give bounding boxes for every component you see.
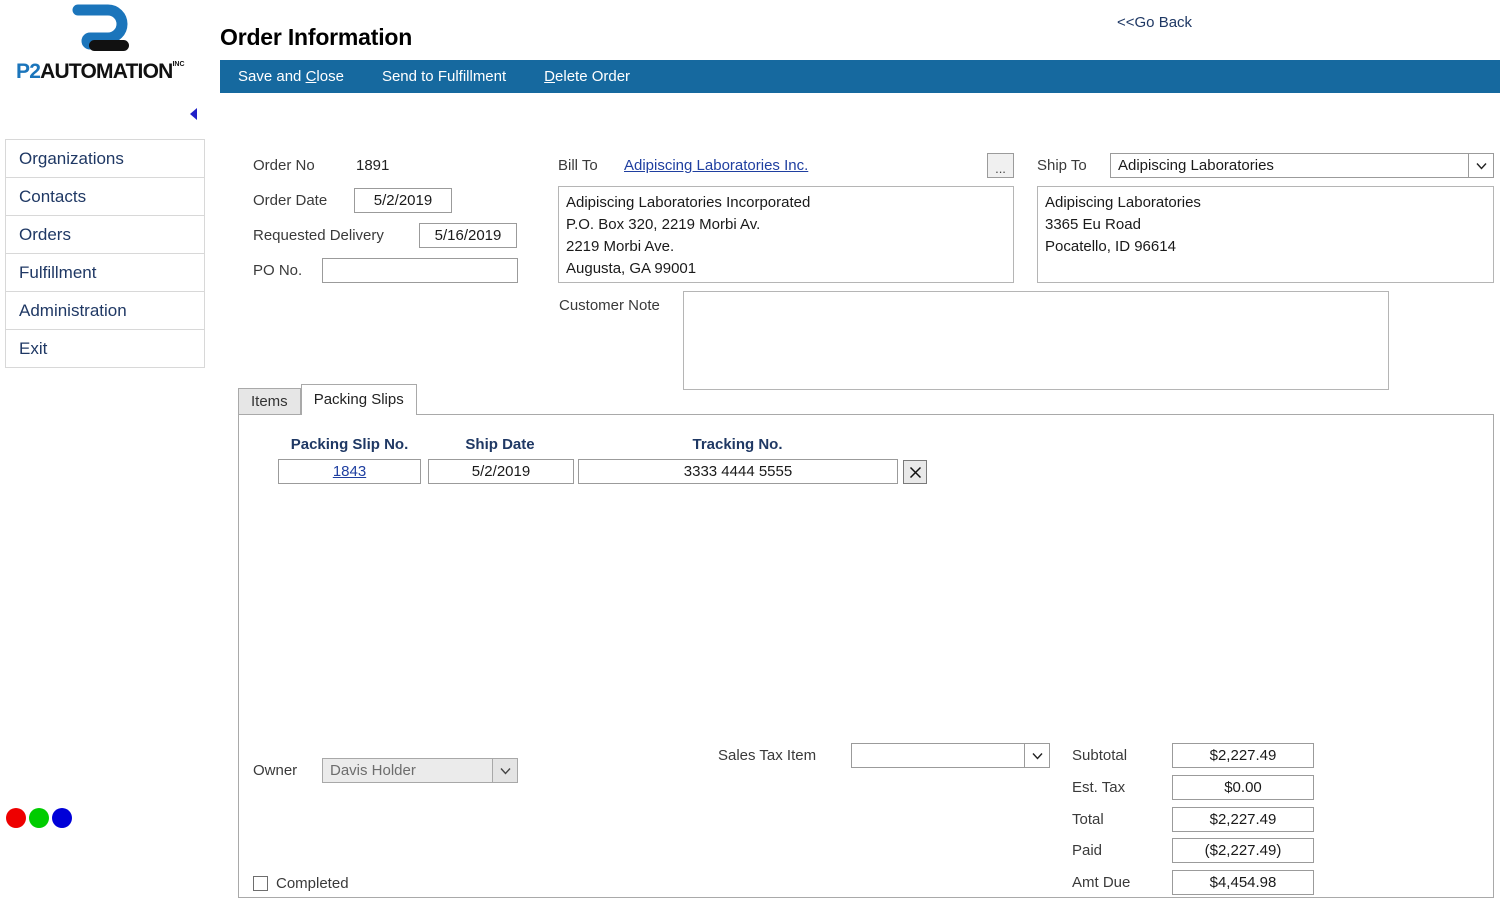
column-header-tracking-no: Tracking No. (692, 436, 783, 453)
ship-to-label: Ship To (1037, 157, 1087, 174)
chevron-down-icon[interactable] (1468, 154, 1493, 177)
sidebar-item-label: Exit (19, 338, 48, 358)
order-no-value: 1891 (356, 157, 390, 174)
logo-wordmark-inc: INC (172, 61, 185, 68)
sidebar-item-administration[interactable]: Administration (5, 291, 205, 330)
status-dot-green-icon (29, 808, 49, 828)
sidebar-item-exit[interactable]: Exit (5, 329, 205, 368)
customer-note-label: Customer Note (559, 297, 660, 314)
delete-order-post: elete Order (555, 68, 631, 85)
amt-due-value: $4,454.98 (1172, 870, 1314, 895)
send-to-fulfillment-label: Send to Fulfillment (381, 68, 507, 85)
close-x-icon (909, 466, 921, 478)
est-tax-label: Est. Tax (1072, 779, 1126, 796)
owner-selected-value: Davis Holder (330, 762, 416, 779)
sidebar-item-organizations[interactable]: Organizations (5, 139, 205, 178)
po-no-label: PO No. (253, 262, 303, 279)
chevron-down-icon[interactable] (1024, 744, 1049, 767)
tab-items-label: Items (251, 393, 288, 410)
sidebar-item-orders[interactable]: Orders (5, 215, 205, 254)
logo-wordmark-automation: AUTOMATION (40, 60, 173, 83)
requested-delivery-label: Requested Delivery (253, 227, 384, 244)
packing-slip-no-link[interactable]: 1843 (333, 463, 366, 480)
paid-value: ($2,227.49) (1172, 838, 1314, 863)
completed-checkbox-row[interactable]: Completed (253, 875, 349, 892)
delete-order-accel: D (544, 68, 556, 85)
order-date-label: Order Date (253, 192, 328, 209)
tab-packing-slips-label: Packing Slips (313, 391, 404, 408)
table-row-packing-slip-no-cell[interactable]: 1843 (278, 459, 421, 484)
delete-order-button[interactable]: Delete Order (544, 68, 630, 85)
caret-left-icon[interactable] (190, 108, 197, 120)
column-header-packing-slip-no: Packing Slip No. (290, 436, 409, 453)
go-back-link[interactable]: <<Go Back (1117, 14, 1192, 31)
app-logo: P2AUTOMATIONINC (0, 0, 210, 92)
bill-to-browse-button[interactable]: ... (987, 153, 1014, 178)
save-and-close-post: lose (316, 68, 344, 85)
sidebar-item-label: Fulfillment (19, 262, 97, 282)
logo-wordmark: P2AUTOMATIONINC (16, 60, 200, 83)
owner-select[interactable]: Davis Holder (322, 758, 518, 783)
delete-packing-slip-button[interactable] (903, 460, 927, 484)
chevron-down-icon[interactable] (492, 759, 517, 782)
sidebar-item-fulfillment[interactable]: Fulfillment (5, 253, 205, 292)
bill-to-address: Adipiscing Laboratories Incorporated P.O… (558, 186, 1014, 283)
sales-tax-item-label: Sales Tax Item (718, 747, 817, 764)
status-indicator-group (6, 808, 72, 828)
sidebar-nav: Organizations Contacts Orders Fulfillmen… (5, 139, 205, 368)
ship-to-address: Adipiscing Laboratories 3365 Eu Road Poc… (1037, 186, 1494, 283)
amt-due-label: Amt Due (1072, 874, 1131, 891)
owner-label: Owner (253, 762, 298, 779)
status-dot-blue-icon (52, 808, 72, 828)
sales-tax-item-select[interactable] (851, 743, 1050, 768)
tab-bar: Items Packing Slips (238, 384, 417, 415)
ship-to-selected-value: Adipiscing Laboratories (1118, 157, 1274, 174)
sidebar-item-label: Contacts (19, 186, 87, 206)
po-no-input[interactable] (322, 258, 518, 283)
table-row-tracking-no-cell[interactable]: 3333 4444 5555 (578, 459, 898, 484)
sidebar-item-contacts[interactable]: Contacts (5, 177, 205, 216)
subtotal-label: Subtotal (1072, 747, 1128, 764)
sidebar-item-label: Organizations (19, 148, 124, 168)
tab-items[interactable]: Items (238, 388, 301, 414)
total-value: $2,227.49 (1172, 807, 1314, 832)
column-header-ship-date: Ship Date (465, 436, 535, 453)
subtotal-value: $2,227.49 (1172, 743, 1314, 768)
est-tax-value: $0.00 (1172, 775, 1314, 800)
completed-checkbox[interactable] (253, 876, 268, 891)
page-title: Order Information (220, 24, 413, 51)
action-toolbar: Save and Close Send to Fulfillment Delet… (220, 60, 1500, 93)
logo-wordmark-p2: P2 (16, 60, 41, 83)
save-and-close-button[interactable]: Save and Close (238, 68, 344, 85)
table-row-ship-date-cell[interactable]: 5/2/2019 (428, 459, 574, 484)
total-label: Total (1072, 811, 1104, 828)
completed-label: Completed (276, 875, 349, 892)
save-and-close-accel: C (305, 68, 317, 85)
save-and-close-pre: Save and (238, 68, 306, 85)
customer-note-input[interactable] (683, 291, 1389, 390)
order-date-input[interactable]: 5/2/2019 (354, 188, 452, 213)
bill-to-link[interactable]: Adipiscing Laboratories Inc. (624, 157, 808, 174)
p2-logo-mark (72, 4, 129, 51)
send-to-fulfillment-button[interactable]: Send to Fulfillment (382, 68, 506, 85)
sidebar-item-label: Orders (19, 224, 71, 244)
order-no-label: Order No (253, 157, 315, 174)
tab-packing-slips[interactable]: Packing Slips (300, 384, 417, 415)
sidebar-item-label: Administration (19, 300, 127, 320)
bill-to-label: Bill To (558, 157, 598, 174)
status-dot-red-icon (6, 808, 26, 828)
requested-delivery-input[interactable]: 5/16/2019 (419, 223, 517, 248)
paid-label: Paid (1072, 842, 1103, 859)
ship-to-select[interactable]: Adipiscing Laboratories (1110, 153, 1494, 178)
